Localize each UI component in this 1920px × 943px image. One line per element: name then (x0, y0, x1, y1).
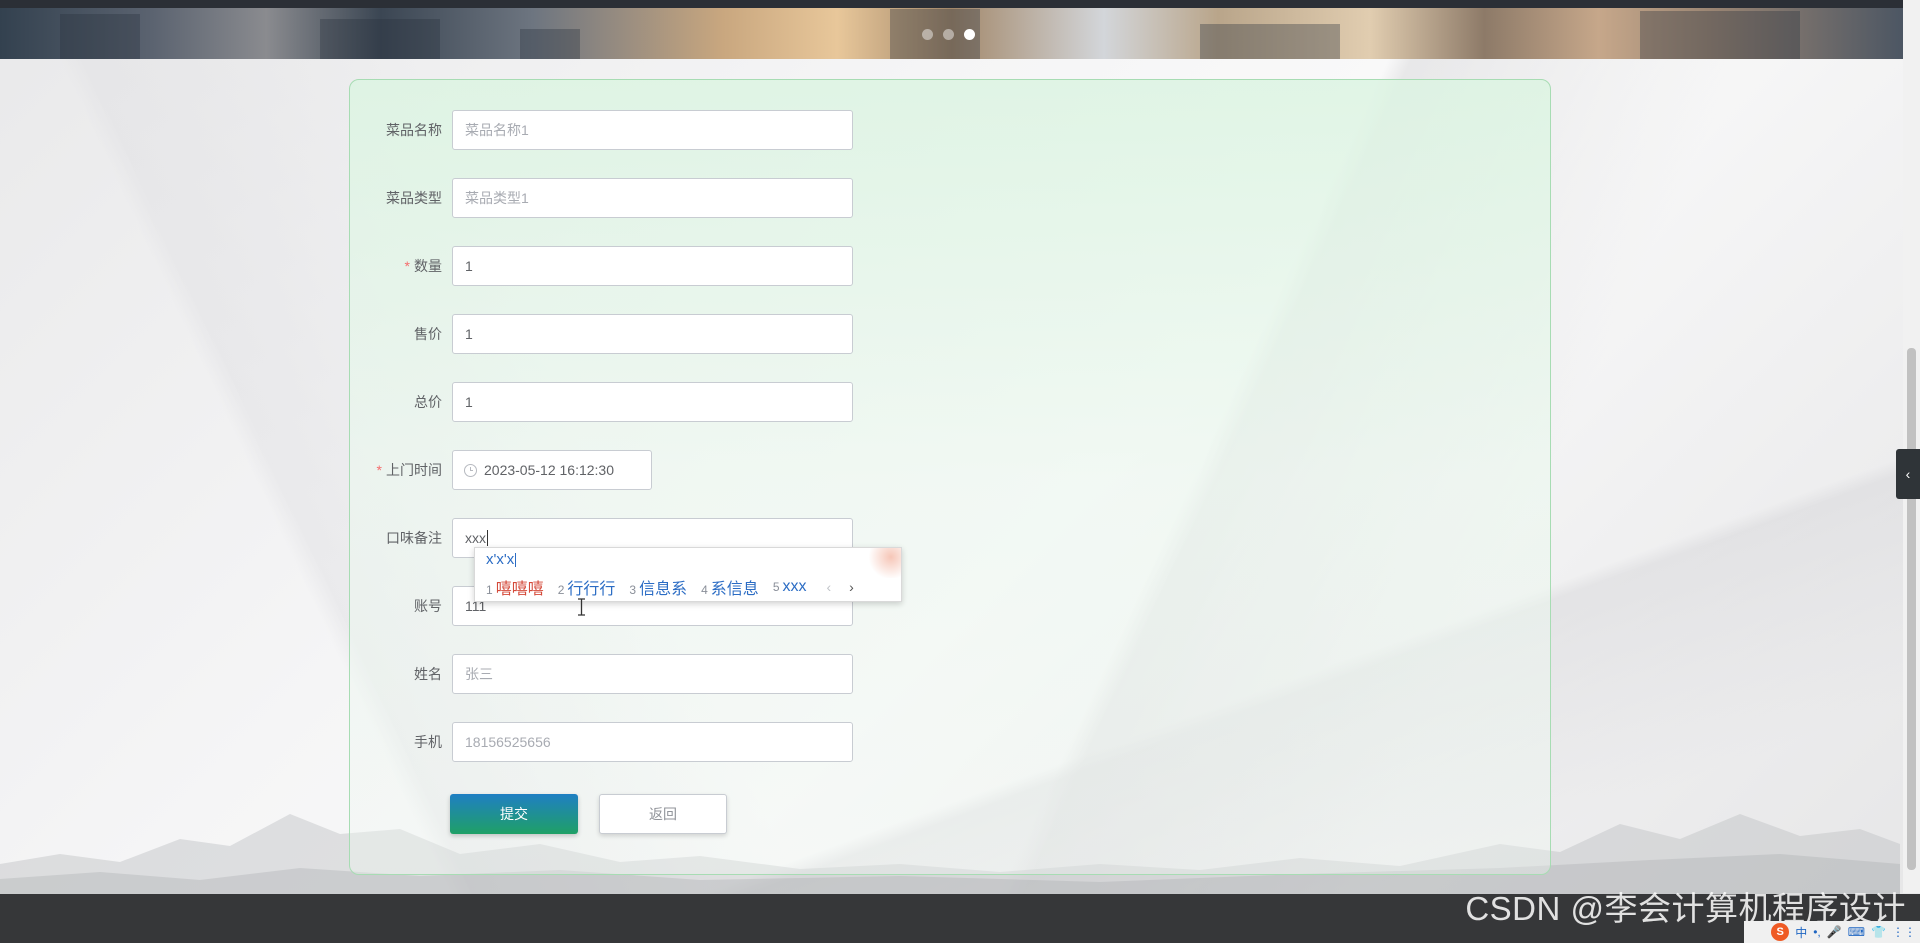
carousel-dot[interactable] (922, 29, 933, 40)
form-row-dish-name: 菜品名称 (350, 110, 853, 150)
text-cursor-icon (578, 598, 585, 616)
carousel-dot[interactable] (943, 29, 954, 40)
taste-note-value: xxx (465, 530, 486, 546)
field-label: 售价 (414, 326, 442, 342)
quantity-input[interactable] (452, 246, 853, 286)
form-row-total: 总价 (350, 382, 853, 422)
tray-menu-icon[interactable]: ⋮⋮ (1892, 925, 1916, 939)
chevron-left-icon: ‹ (1905, 466, 1911, 482)
ime-skin-decoration (867, 548, 901, 578)
price-input[interactable] (452, 314, 853, 354)
form-row-phone: 手机 (350, 722, 853, 762)
page-scrollbar[interactable] (1903, 0, 1920, 893)
form-row-quantity: * 数量 (350, 246, 853, 286)
tray-microphone-icon[interactable]: 🎤 (1827, 925, 1842, 939)
scrollbar-thumb[interactable] (1907, 348, 1916, 870)
ime-composition: x'x'x (486, 551, 517, 568)
visit-time-picker[interactable]: 2023-05-12 16:12:30 (452, 450, 652, 490)
tray-keyboard-icon[interactable]: ⌨ (1848, 925, 1865, 939)
name-input[interactable] (452, 654, 853, 694)
top-banner-carousel (0, 0, 1903, 59)
ime-candidate[interactable]: 2 行行行 (558, 575, 616, 599)
clock-icon (464, 463, 477, 477)
ime-candidate-list: 1 嘻嘻嘻 2 行行行 3 信息系 4 系信息 5 xxx ‹ › (486, 575, 854, 599)
dish-name-input[interactable] (452, 110, 853, 150)
form-row-visit-time: * 上门时间 2023-05-12 16:12:30 (350, 450, 652, 490)
field-label: 菜品类型 (386, 190, 442, 206)
total-price-input[interactable] (452, 382, 853, 422)
required-asterisk: * (404, 258, 410, 274)
visit-time-value: 2023-05-12 16:12:30 (484, 462, 614, 478)
tray-chinese-mode-icon[interactable]: 中 (1795, 924, 1807, 941)
ime-candidate[interactable]: 5 xxx (773, 578, 807, 596)
field-label: 账号 (414, 598, 442, 614)
field-label: 口味备注 (386, 530, 442, 546)
ime-candidate[interactable]: 4 系信息 (701, 575, 759, 599)
tray-skin-icon[interactable]: 👕 (1871, 925, 1886, 939)
field-label: 总价 (414, 394, 442, 410)
field-label: 姓名 (414, 666, 442, 682)
phone-input[interactable] (452, 722, 853, 762)
form-row-name: 姓名 (350, 654, 853, 694)
footer-bar: CSDN @李会计算机程序设计 S 中 •, 🎤 ⌨ 👕 ⋮⋮ (0, 890, 1920, 943)
side-panel-toggle[interactable]: ‹ (1896, 449, 1920, 499)
form-card: 菜品名称 菜品类型 *数量 售价 总价 *上门时间 2023-05-12 16:… (349, 79, 1551, 875)
field-label: * 上门时间 (376, 462, 442, 478)
sogou-logo-icon[interactable]: S (1771, 923, 1790, 941)
required-asterisk: * (376, 462, 382, 478)
dish-type-input[interactable] (452, 178, 853, 218)
form-row-price: 售价 (350, 314, 853, 354)
ime-candidate[interactable]: 3 信息系 (629, 575, 687, 599)
ime-next-page-icon[interactable]: › (849, 579, 854, 595)
tray-punctuation-icon[interactable]: •, (1813, 925, 1821, 939)
ime-candidate-popup: x'x'x 1 嘻嘻嘻 2 行行行 3 信息系 4 系信息 5 xxx ‹ › (474, 547, 902, 602)
ime-prev-page-icon[interactable]: ‹ (827, 579, 832, 595)
carousel-dot-active[interactable] (964, 29, 975, 40)
form-row-dish-type: 菜品类型 (350, 178, 853, 218)
field-label: 手机 (414, 734, 442, 750)
field-label: 菜品名称 (386, 122, 442, 138)
carousel-indicators (922, 29, 975, 40)
field-label: * 数量 (404, 258, 442, 274)
submit-button[interactable]: 提交 (450, 794, 578, 834)
ime-status-tray: S 中 •, 🎤 ⌨ 👕 ⋮⋮ (1744, 921, 1920, 943)
ime-candidate[interactable]: 1 嘻嘻嘻 (486, 575, 544, 599)
text-caret (487, 530, 488, 546)
back-button[interactable]: 返回 (599, 794, 727, 834)
